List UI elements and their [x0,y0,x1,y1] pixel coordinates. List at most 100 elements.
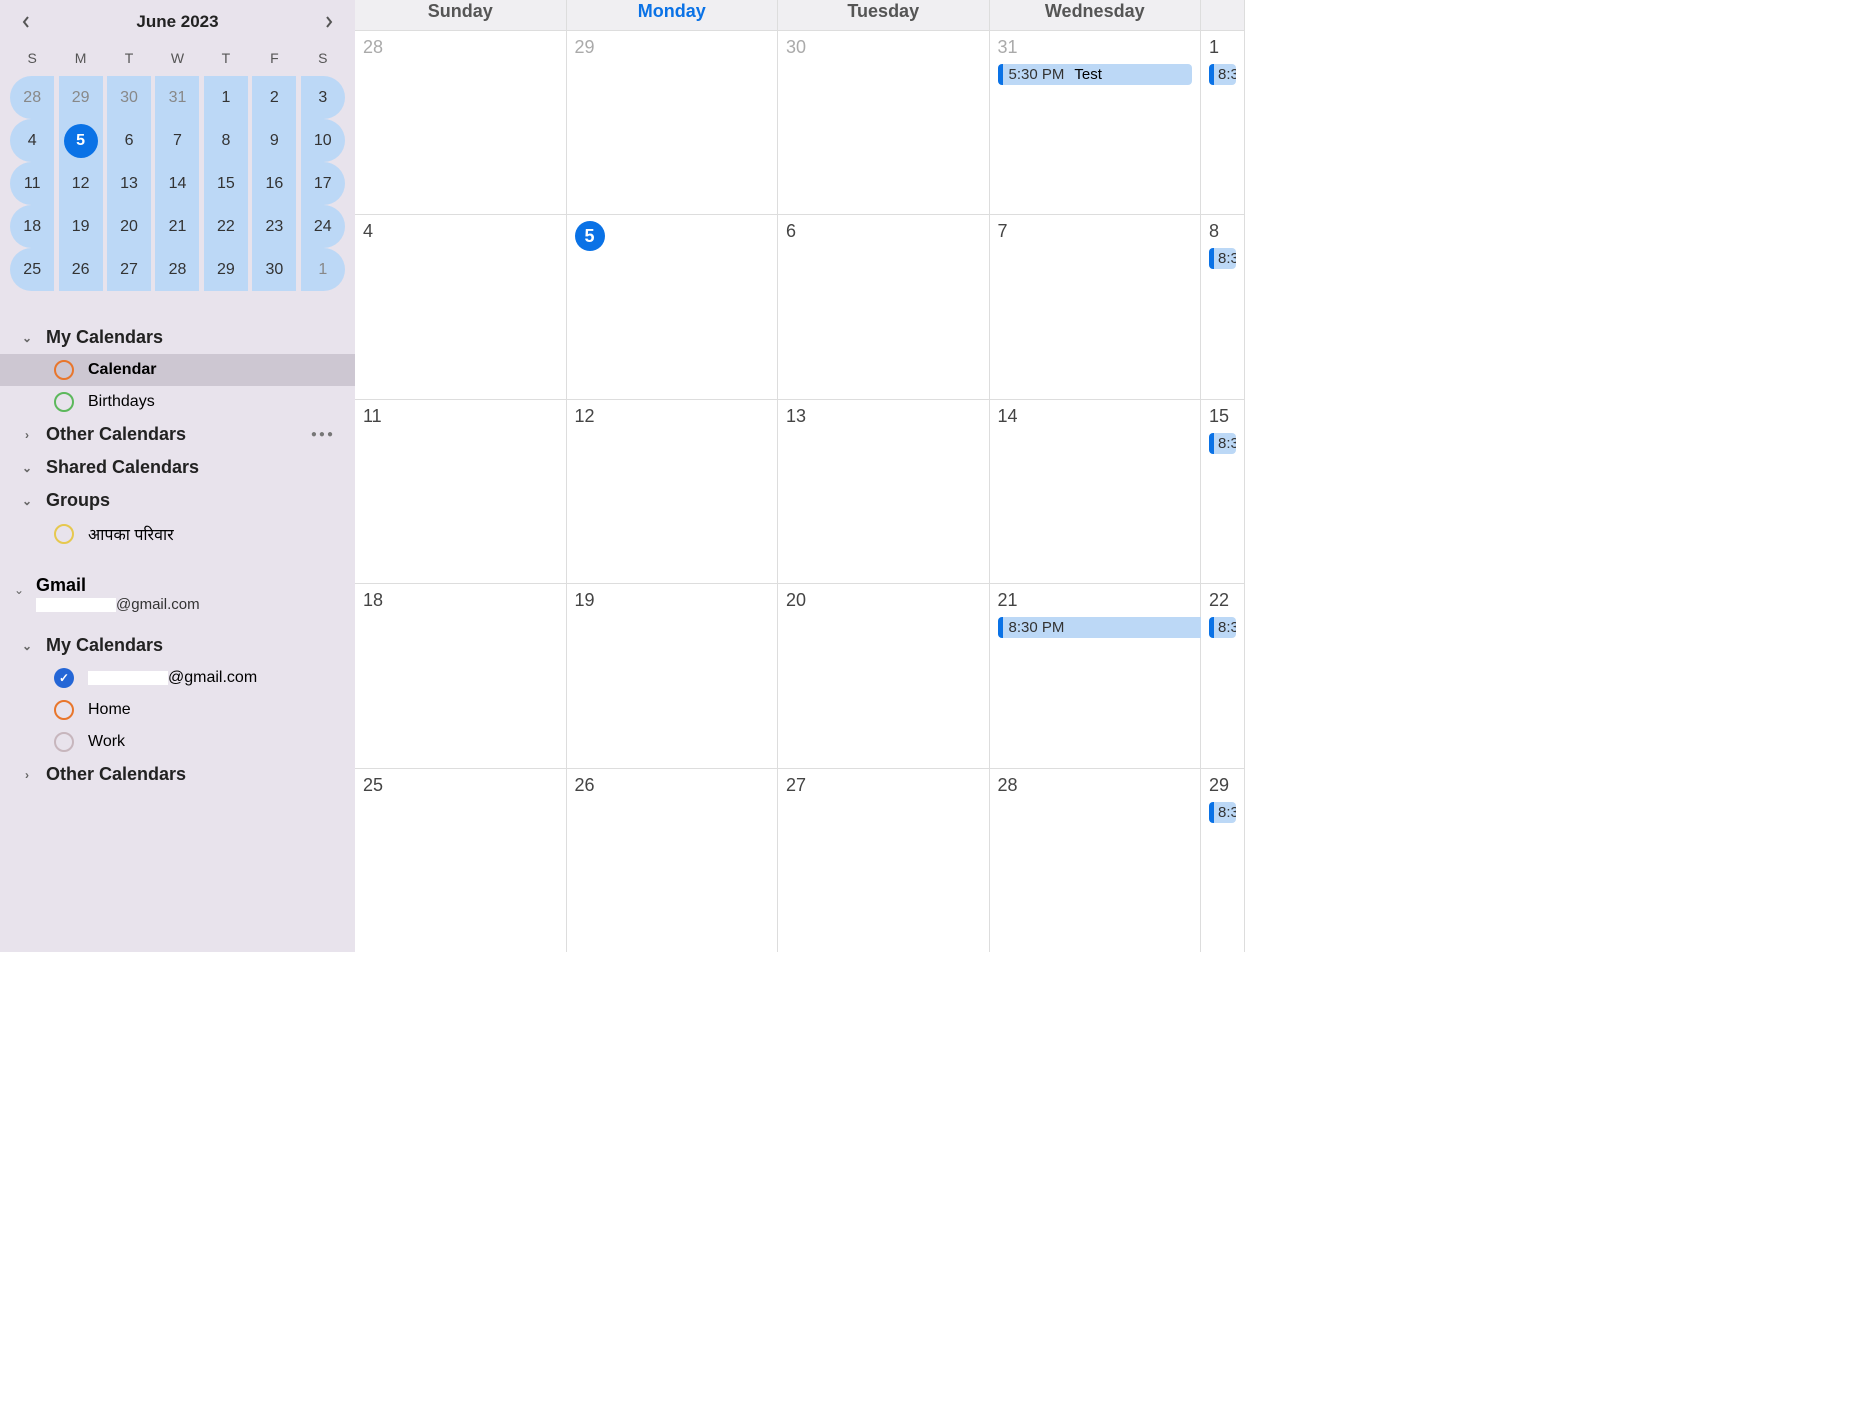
calendar-item-group[interactable]: आपका परिवार [0,517,355,551]
account-header-gmail[interactable]: ⌄ Gmail @gmail.com [0,571,355,617]
day-cell[interactable]: 29 [567,31,779,214]
day-cell[interactable]: 1 8:30 [1201,31,1245,214]
prev-month-button[interactable] [14,10,38,34]
mini-day[interactable]: 13 [107,162,151,205]
week-row: 181920218:30 PM228:30 [355,583,1245,767]
day-cell[interactable]: 18 [355,584,567,767]
day-cell[interactable]: 88:30 [1201,215,1245,398]
section-label: My Calendars [46,327,163,348]
my-calendars-header-2[interactable]: ⌄ My Calendars [0,629,355,662]
mini-day[interactable]: 28 [155,248,199,291]
chevron-right-icon: › [20,428,34,442]
mini-day[interactable]: 25 [10,248,54,291]
mini-day[interactable]: 30 [252,248,296,291]
day-number: 1 [1209,37,1236,58]
day-cell[interactable]: 14 [990,400,1202,583]
groups-header[interactable]: ⌄ Groups [0,484,355,517]
day-number: 13 [786,406,981,427]
event[interactable]: 8:30 PM [998,617,1202,638]
more-icon[interactable]: ●●● [311,429,335,440]
mini-day[interactable]: 21 [155,205,199,248]
mini-day[interactable]: 18 [10,205,54,248]
mini-day[interactable]: 8 [204,119,248,162]
mini-day[interactable]: 15 [204,162,248,205]
day-cell[interactable]: 298:30 [1201,769,1245,952]
day-cell[interactable]: 25 [355,769,567,952]
day-cell[interactable]: 20 [778,584,990,767]
mini-dow-label: M [56,44,104,76]
event[interactable]: 8:30 [1209,433,1236,454]
mini-day[interactable]: 9 [252,119,296,162]
chevron-down-icon: ⌄ [20,331,34,345]
mini-day[interactable]: 27 [107,248,151,291]
mini-day[interactable]: 2 [252,76,296,119]
day-cell[interactable]: 158:30 [1201,400,1245,583]
calendar-item-calendar[interactable]: Calendar [0,354,355,386]
calendar-item-home[interactable]: Home [0,694,355,726]
day-cell[interactable]: 5 [567,215,779,398]
mini-day[interactable]: 11 [10,162,54,205]
day-cell[interactable]: 228:30 [1201,584,1245,767]
event[interactable]: 8:30 [1209,64,1236,85]
day-cell[interactable]: 4 [355,215,567,398]
event[interactable]: 8:30 [1209,802,1236,823]
day-cell[interactable]: 11 [355,400,567,583]
day-cell[interactable]: 19 [567,584,779,767]
day-number: 25 [363,775,558,796]
day-cell[interactable]: 12 [567,400,779,583]
other-calendars-header[interactable]: › Other Calendars ●●● [0,418,355,451]
day-cell[interactable]: 13 [778,400,990,583]
mini-day[interactable]: 3 [301,76,345,119]
event-time: 8:30 [1218,804,1236,821]
day-cell[interactable]: 26 [567,769,779,952]
day-cell[interactable]: 28 [355,31,567,214]
day-cell[interactable]: 6 [778,215,990,398]
mini-day[interactable]: 31 [155,76,199,119]
my-calendars-header[interactable]: ⌄ My Calendars [0,321,355,354]
mini-day[interactable]: 12 [59,162,103,205]
mini-day[interactable]: 6 [107,119,151,162]
day-cell[interactable]: 218:30 PM [990,584,1202,767]
mini-day[interactable]: 10 [301,119,345,162]
chevron-down-icon: ⌄ [20,461,34,475]
mini-day[interactable]: 7 [155,119,199,162]
mini-day[interactable]: 14 [155,162,199,205]
mini-day[interactable]: 4 [10,119,54,162]
mini-day[interactable]: 1 [301,248,345,291]
event[interactable]: 8:30 [1209,248,1236,269]
day-cell[interactable]: 7 [990,215,1202,398]
calendar-item-work[interactable]: Work [0,726,355,758]
account-email: @gmail.com [36,596,200,613]
month-grid: 282930315:30 PMTest18:30456788:301112131… [355,30,1245,952]
day-cell[interactable]: 27 [778,769,990,952]
mini-day[interactable]: 1 [204,76,248,119]
mini-day[interactable]: 17 [301,162,345,205]
mini-day[interactable]: 5 [59,119,103,162]
mini-day[interactable]: 29 [204,248,248,291]
calendar-item-gmail[interactable]: @gmail.com [0,662,355,694]
day-cell[interactable]: 315:30 PMTest [990,31,1202,214]
mini-day[interactable]: 19 [59,205,103,248]
other-calendars-header-2[interactable]: › Other Calendars [0,758,355,791]
mini-day[interactable]: 28 [10,76,54,119]
calendar-item-label: @gmail.com [88,669,257,687]
chevron-right-icon: › [20,768,34,782]
mini-day[interactable]: 24 [301,205,345,248]
day-cell[interactable]: 30 [778,31,990,214]
mini-day[interactable]: 23 [252,205,296,248]
calendar-item-birthdays[interactable]: Birthdays [0,386,355,418]
day-number: 28 [998,775,1193,796]
mini-day[interactable]: 20 [107,205,151,248]
next-month-button[interactable] [317,10,341,34]
event[interactable]: 8:30 [1209,617,1236,638]
shared-calendars-header[interactable]: ⌄ Shared Calendars [0,451,355,484]
event[interactable]: 5:30 PMTest [998,64,1193,85]
mini-day[interactable]: 30 [107,76,151,119]
dow-header-cell: Wednesday [990,0,1202,30]
mini-day[interactable]: 26 [59,248,103,291]
day-cell[interactable]: 28 [990,769,1202,952]
mini-day[interactable]: 29 [59,76,103,119]
sidebar: June 2023 SMTWTFS 2829303112345678910111… [0,0,355,952]
mini-day[interactable]: 22 [204,205,248,248]
mini-day[interactable]: 16 [252,162,296,205]
